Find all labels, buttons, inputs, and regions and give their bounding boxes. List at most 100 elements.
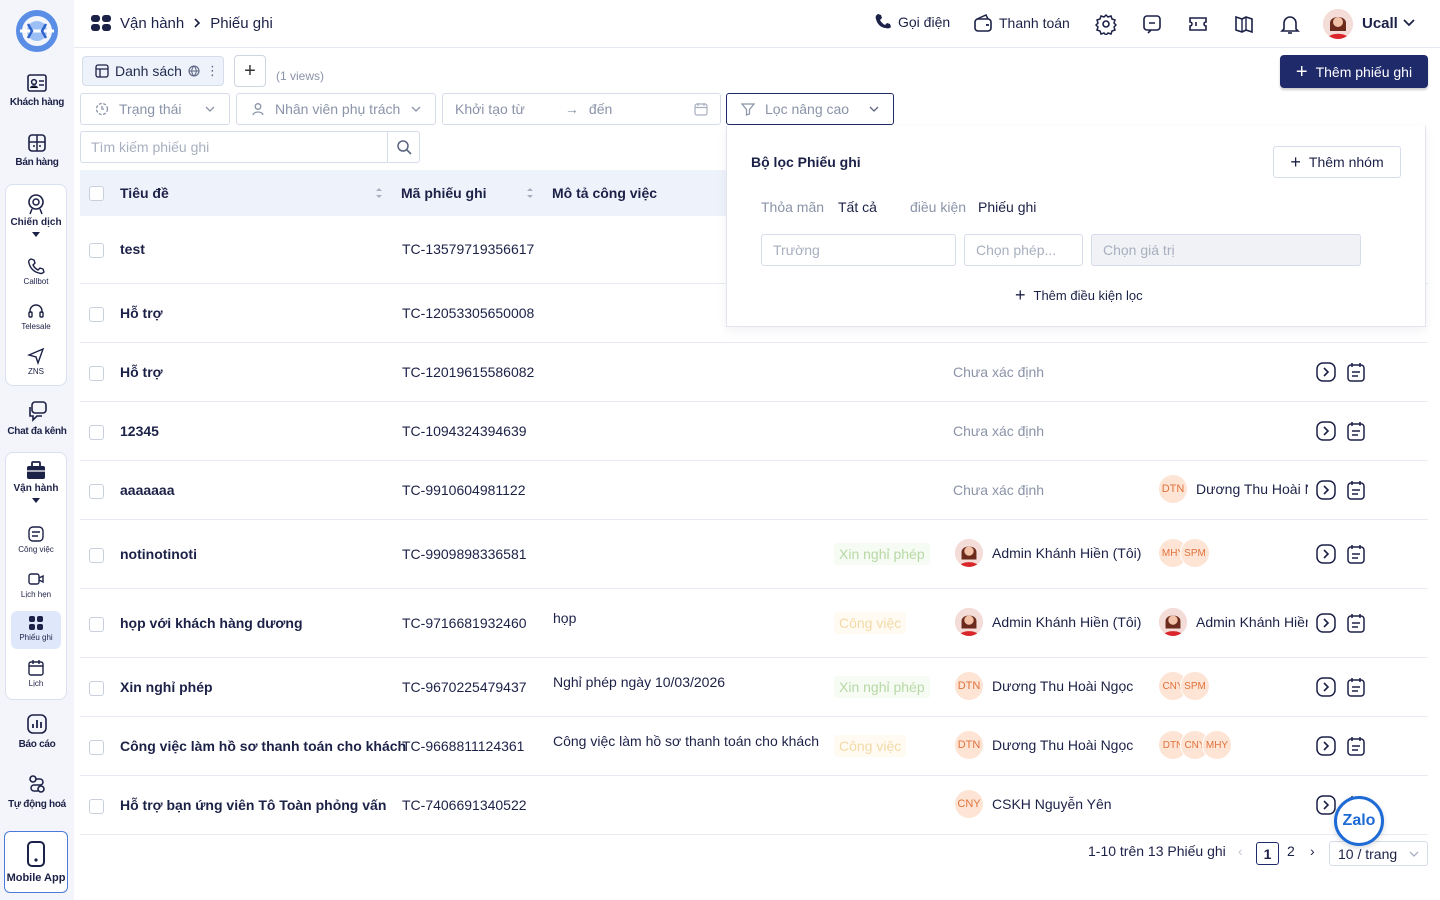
row-assignee[interactable]: DTN Dương Thu Hoài Ngọc bbox=[954, 730, 1133, 760]
open-detail-icon[interactable] bbox=[1316, 421, 1336, 441]
task-list-icon[interactable] bbox=[1346, 736, 1366, 756]
table-row[interactable]: Hỗ trợ bạn ứng viên Tô Toàn phỏng vấn TC-… bbox=[80, 776, 1428, 835]
table-row[interactable]: họp với khách hàng dương TC-9716681932460… bbox=[80, 589, 1428, 658]
ucall-logo[interactable] bbox=[14, 10, 60, 52]
page-size-select[interactable]: 10 / trang bbox=[1329, 841, 1428, 866]
chevron-right-icon[interactable]: › bbox=[1310, 843, 1315, 859]
add-group-button[interactable]: + Thêm nhóm bbox=[1273, 146, 1401, 178]
row-title[interactable]: notinotinoti bbox=[120, 546, 197, 562]
table-row[interactable]: Hỗ trợ TC-12019615586082 Chưa xác định bbox=[80, 343, 1428, 402]
tab-list-view[interactable]: Danh sách ⋮ bbox=[82, 56, 224, 86]
date-to[interactable]: đến bbox=[589, 101, 612, 117]
date-from[interactable]: Khởi tạo từ bbox=[455, 101, 525, 117]
sidebar-sub-calendar[interactable]: Lịch bbox=[6, 659, 66, 688]
value-select[interactable]: Chọn giá trị bbox=[1091, 234, 1361, 266]
task-list-icon[interactable] bbox=[1346, 613, 1366, 633]
table-row[interactable]: Công việc làm hồ sơ thanh toán cho khách… bbox=[80, 717, 1428, 776]
user-name[interactable]: Ucall bbox=[1362, 15, 1398, 32]
row-title[interactable]: aaaaaaa bbox=[120, 482, 175, 498]
row-participants-stack[interactable]: DTN CNY MHY bbox=[1158, 730, 1308, 760]
mobile-app-button[interactable]: Mobile App bbox=[4, 831, 68, 893]
row-title[interactable]: họp với khách hàng dương bbox=[120, 615, 303, 631]
advanced-filter-button[interactable]: Lọc nâng cao bbox=[726, 93, 894, 125]
call-button[interactable]: Gọi điện bbox=[874, 13, 950, 31]
open-detail-icon[interactable] bbox=[1316, 795, 1336, 815]
sidebar-item-sales[interactable]: Bán hàng bbox=[0, 133, 74, 168]
chevron-down-icon[interactable] bbox=[32, 498, 40, 503]
table-row[interactable]: notinotinoti TC-9909898336581 Xin nghỉ phé… bbox=[80, 520, 1428, 589]
task-list-icon[interactable] bbox=[1346, 677, 1366, 697]
sidebar-sub-appointments[interactable]: Lịch hẹn bbox=[6, 570, 66, 599]
condition-object[interactable]: Phiếu ghi bbox=[978, 199, 1036, 215]
chevron-left-icon[interactable]: ‹ bbox=[1238, 843, 1243, 859]
payment-button[interactable]: Thanh toán bbox=[973, 13, 1070, 33]
more-vertical-icon[interactable]: ⋮ bbox=[206, 63, 219, 79]
row-checkbox[interactable] bbox=[89, 366, 104, 381]
sort-icon[interactable] bbox=[525, 186, 535, 200]
ticket-icon[interactable] bbox=[1187, 13, 1209, 35]
row-title[interactable]: Công việc làm hồ sơ thanh toán cho khách bbox=[120, 738, 406, 754]
open-detail-icon[interactable] bbox=[1316, 613, 1336, 633]
row-checkbox[interactable] bbox=[89, 484, 104, 499]
sidebar-sub-tickets[interactable]: Phiếu ghi bbox=[11, 611, 61, 649]
table-row[interactable]: 12345 TC-1094324394639 Chưa xác định bbox=[80, 402, 1428, 461]
select-all-checkbox[interactable] bbox=[89, 185, 104, 201]
bell-icon[interactable] bbox=[1279, 13, 1301, 35]
column-code[interactable]: Mã phiếu ghi bbox=[401, 185, 487, 201]
sidebar-item-omnichannel[interactable]: Chat đa kênh bbox=[0, 400, 74, 437]
sort-icon[interactable] bbox=[374, 186, 384, 200]
user-avatar[interactable] bbox=[1323, 9, 1353, 39]
breadcrumb-item[interactable]: Vận hành bbox=[120, 15, 184, 32]
row-checkbox[interactable] bbox=[89, 307, 104, 322]
open-detail-icon[interactable] bbox=[1316, 480, 1336, 500]
search-input[interactable] bbox=[91, 139, 381, 155]
add-condition-button[interactable]: + Thêm điều kiện lọc bbox=[1015, 286, 1143, 304]
row-participant[interactable]: DTN Dương Thu Hoài Ngọc bbox=[1158, 474, 1308, 504]
column-title[interactable]: Tiêu đề bbox=[120, 185, 169, 201]
book-icon[interactable] bbox=[1233, 13, 1255, 35]
chevron-down-icon[interactable] bbox=[1402, 18, 1416, 28]
status-filter[interactable]: Trạng thái bbox=[80, 93, 230, 125]
sidebar-sub-telesale[interactable]: Telesale bbox=[6, 302, 66, 331]
task-list-icon[interactable] bbox=[1346, 544, 1366, 564]
add-view-button[interactable]: + bbox=[234, 55, 266, 87]
sidebar-item-customers[interactable]: Khách hàng bbox=[0, 73, 74, 108]
row-checkbox[interactable] bbox=[89, 617, 104, 632]
sidebar-item-automation[interactable]: Tự động hoá bbox=[0, 773, 74, 810]
row-title[interactable]: Hỗ trợ bbox=[120, 364, 163, 380]
match-select[interactable]: Tất cả bbox=[838, 199, 877, 215]
operator-select[interactable]: Chọn phép... bbox=[964, 234, 1083, 266]
owner-filter[interactable]: Nhân viên phụ trách bbox=[236, 93, 436, 125]
sidebar-item-operations[interactable]: Vận hành bbox=[6, 461, 66, 503]
row-title[interactable]: Hỗ trợ bạn ứng viên Tô Toàn phỏng vấn bbox=[120, 797, 386, 813]
field-select[interactable]: Trường bbox=[761, 234, 956, 266]
row-checkbox[interactable] bbox=[89, 548, 104, 563]
sidebar-sub-tasks[interactable]: Công việc bbox=[6, 525, 66, 554]
row-assignee[interactable]: Admin Khánh Hiền (Tôi) bbox=[954, 538, 1141, 568]
row-title[interactable]: Hỗ trợ bbox=[120, 305, 163, 321]
column-description[interactable]: Mô tả công việc bbox=[552, 185, 657, 201]
row-checkbox[interactable] bbox=[89, 425, 104, 440]
add-ticket-button[interactable]: + Thêm phiếu ghi bbox=[1280, 55, 1428, 88]
gear-icon[interactable] bbox=[1095, 13, 1117, 35]
task-list-icon[interactable] bbox=[1346, 421, 1366, 441]
table-row[interactable]: aaaaaaa TC-9910604981122 Chưa xác định DTN D… bbox=[80, 461, 1428, 520]
row-checkbox[interactable] bbox=[89, 243, 104, 258]
sidebar-sub-zns[interactable]: ZNS bbox=[6, 347, 66, 376]
sidebar-sub-callbot[interactable]: Callbot bbox=[6, 257, 66, 286]
open-detail-icon[interactable] bbox=[1316, 362, 1336, 382]
task-list-icon[interactable] bbox=[1346, 480, 1366, 500]
row-title[interactable]: 12345 bbox=[120, 423, 159, 439]
sidebar-item-reports[interactable]: Báo cáo bbox=[0, 713, 74, 750]
created-date-range[interactable]: Khởi tạo từ → đến bbox=[442, 93, 721, 125]
open-detail-icon[interactable] bbox=[1316, 736, 1336, 756]
row-title[interactable]: Xin nghỉ phép bbox=[120, 679, 213, 695]
chevron-down-icon[interactable] bbox=[32, 232, 40, 237]
row-participant[interactable]: Admin Khánh Hiền (Tôi) bbox=[1158, 607, 1308, 637]
row-assignee[interactable]: Admin Khánh Hiền (Tôi) bbox=[954, 607, 1141, 637]
row-assignee[interactable]: DTN Dương Thu Hoài Ngọc bbox=[954, 671, 1133, 701]
page-1-button[interactable]: 1 bbox=[1256, 842, 1279, 865]
row-checkbox[interactable] bbox=[89, 799, 104, 814]
row-title[interactable]: test bbox=[120, 241, 145, 257]
task-list-icon[interactable] bbox=[1346, 362, 1366, 382]
